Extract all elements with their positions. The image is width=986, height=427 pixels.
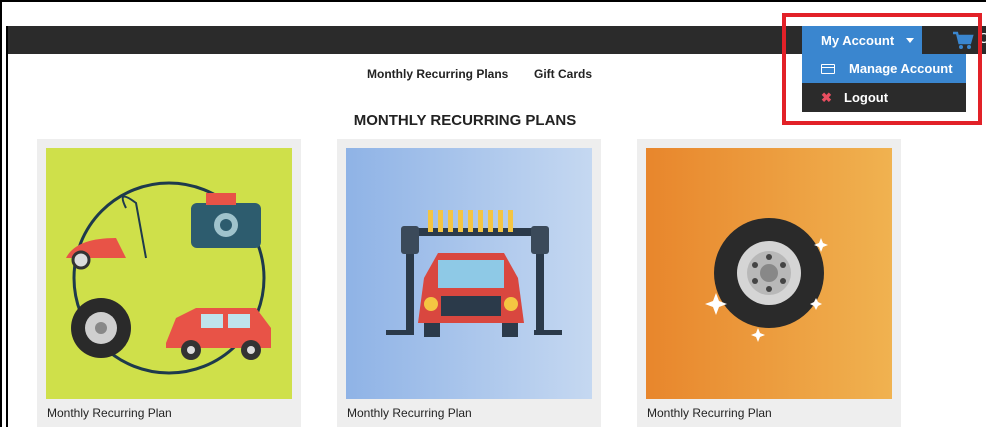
highlight-box bbox=[782, 13, 982, 125]
car-service-illustration bbox=[46, 148, 292, 399]
plan-card-2[interactable]: Monthly Recurring Plan bbox=[337, 139, 601, 427]
frame-border-inner bbox=[6, 26, 8, 427]
nav-gift-cards[interactable]: Gift Cards bbox=[534, 67, 592, 81]
plan-card-caption: Monthly Recurring Plan bbox=[647, 406, 772, 420]
plan-card-3[interactable]: Monthly Recurring Plan bbox=[637, 139, 901, 427]
plan-card-1[interactable]: Monthly Recurring Plan bbox=[37, 139, 301, 427]
nav-monthly-recurring-plans[interactable]: Monthly Recurring Plans bbox=[367, 67, 508, 81]
car-wash-illustration bbox=[346, 148, 592, 399]
frame-border-top bbox=[0, 0, 986, 2]
plan-card-caption: Monthly Recurring Plan bbox=[47, 406, 172, 420]
plan-card-caption: Monthly Recurring Plan bbox=[347, 406, 472, 420]
tire-illustration bbox=[646, 148, 892, 399]
frame-border-left bbox=[0, 0, 2, 427]
page-title: MONTHLY RECURRING PLANS bbox=[353, 112, 577, 129]
